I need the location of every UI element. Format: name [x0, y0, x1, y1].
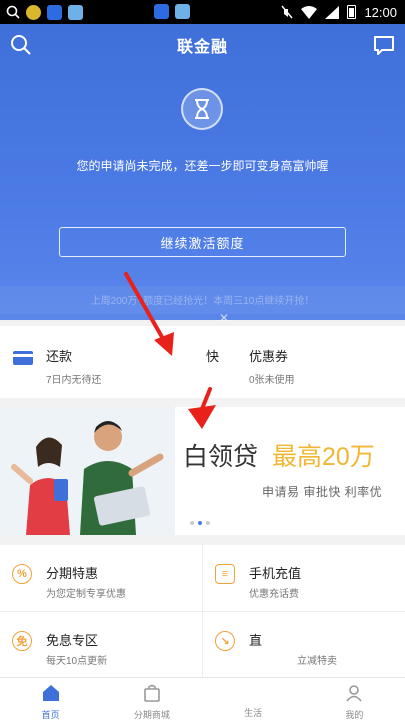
repay-subtitle: 7日内无待还: [46, 375, 102, 386]
app-icon: [68, 4, 83, 20]
baidu-icon: [47, 4, 62, 20]
grid-item-sale[interactable]: ↘ 直 立减特卖: [203, 612, 405, 678]
coupon-subtitle: 0张未使用: [249, 375, 295, 386]
carousel-dot[interactable]: [190, 521, 194, 525]
home-icon: [42, 685, 59, 701]
coupon-cell[interactable]: 快 优惠券 0张未使用: [200, 326, 405, 398]
sale-icon: ↘: [215, 631, 235, 651]
promo-people-illustration: [0, 407, 175, 535]
grid-item-subtitle: 优惠充话费: [249, 589, 299, 600]
nav-home[interactable]: 首页: [0, 678, 101, 720]
coupon-title: 优惠券: [249, 349, 289, 364]
recharge-icon: ≡: [215, 564, 235, 584]
grid-item-title: 直: [249, 633, 263, 648]
nav-life[interactable]: 生活: [203, 678, 304, 720]
carousel-dot[interactable]: [198, 521, 202, 525]
card-icon: [13, 351, 33, 365]
hero-panel: 联金融 您的申请尚未完成，还差一步即可变身高富帅喔 继续激活额度 上周200万+…: [0, 24, 405, 325]
promo-title: 白领贷: [183, 443, 259, 471]
grid-item-title: 分期特惠: [46, 566, 99, 581]
carousel-dots: [190, 521, 210, 525]
signal-icon: [325, 5, 340, 19]
bag-icon: [144, 684, 160, 702]
promo-subtitle: 申请易 审批快 利率优: [262, 485, 383, 499]
battery-icon: [347, 5, 357, 19]
carousel-dot[interactable]: [206, 521, 210, 525]
grid-item-subtitle: 为您定制专享优惠: [46, 589, 126, 600]
user-icon: [346, 685, 363, 702]
nav-mall[interactable]: 分期商城: [101, 678, 202, 720]
annotation-arrow: [188, 387, 216, 429]
grid-item-title: 手机充值: [249, 566, 302, 581]
free-icon: 免: [12, 631, 32, 651]
bottom-nav: 首页 分期商城 生活 我的: [0, 677, 405, 720]
mute-icon: [281, 5, 293, 19]
nav-label: 生活: [244, 708, 263, 718]
close-icon[interactable]: ✕: [219, 311, 229, 325]
message-icon[interactable]: [373, 34, 395, 56]
grid-item-recharge[interactable]: ≡ 手机充值 优惠充话费: [203, 545, 405, 611]
feature-grid: % 分期特惠 为您定制专享优惠 ≡ 手机充值 优惠充话费 免 免息专区 每天10…: [0, 545, 405, 677]
continue-activate-button[interactable]: 继续激活额度: [59, 227, 346, 257]
nav-label: 我的: [345, 710, 364, 720]
grid-item-interest-free[interactable]: 免 免息专区 每天10点更新: [0, 612, 202, 678]
search-status-icon: [6, 5, 20, 19]
app-brand: 联金融: [176, 39, 228, 56]
nav-label: 分期商城: [133, 710, 170, 720]
hourglass-icon: [181, 88, 223, 130]
application-message: 您的申请尚未完成，还差一步即可变身高富帅喔: [76, 159, 329, 173]
nav-me[interactable]: 我的: [304, 678, 405, 720]
promo-amount: 最高20万: [272, 443, 375, 471]
percent-icon: %: [12, 564, 32, 584]
wifi-icon: [301, 5, 318, 19]
notice-text: 上周200万+额度已经抢光！本周三10点继续开抢！: [90, 296, 315, 307]
annotation-arrow: [124, 272, 174, 356]
repay-title: 还款: [46, 349, 73, 364]
status-time: 12:00: [364, 4, 397, 20]
app-notification-icon: [26, 4, 41, 20]
grid-item-installment[interactable]: % 分期特惠 为您定制专享优惠: [0, 545, 202, 611]
coupon-prefix: 快: [206, 349, 220, 364]
life-icon: [243, 683, 263, 703]
baidu-icon: [154, 4, 169, 19]
status-bar: 12:00: [0, 0, 405, 24]
grid-item-subtitle: 每天10点更新: [46, 656, 108, 667]
grid-item-title: 免息专区: [46, 633, 99, 648]
grid-item-subtitle: 立减特卖: [297, 656, 337, 667]
nav-label: 首页: [41, 710, 60, 720]
app-icon: [175, 4, 190, 19]
